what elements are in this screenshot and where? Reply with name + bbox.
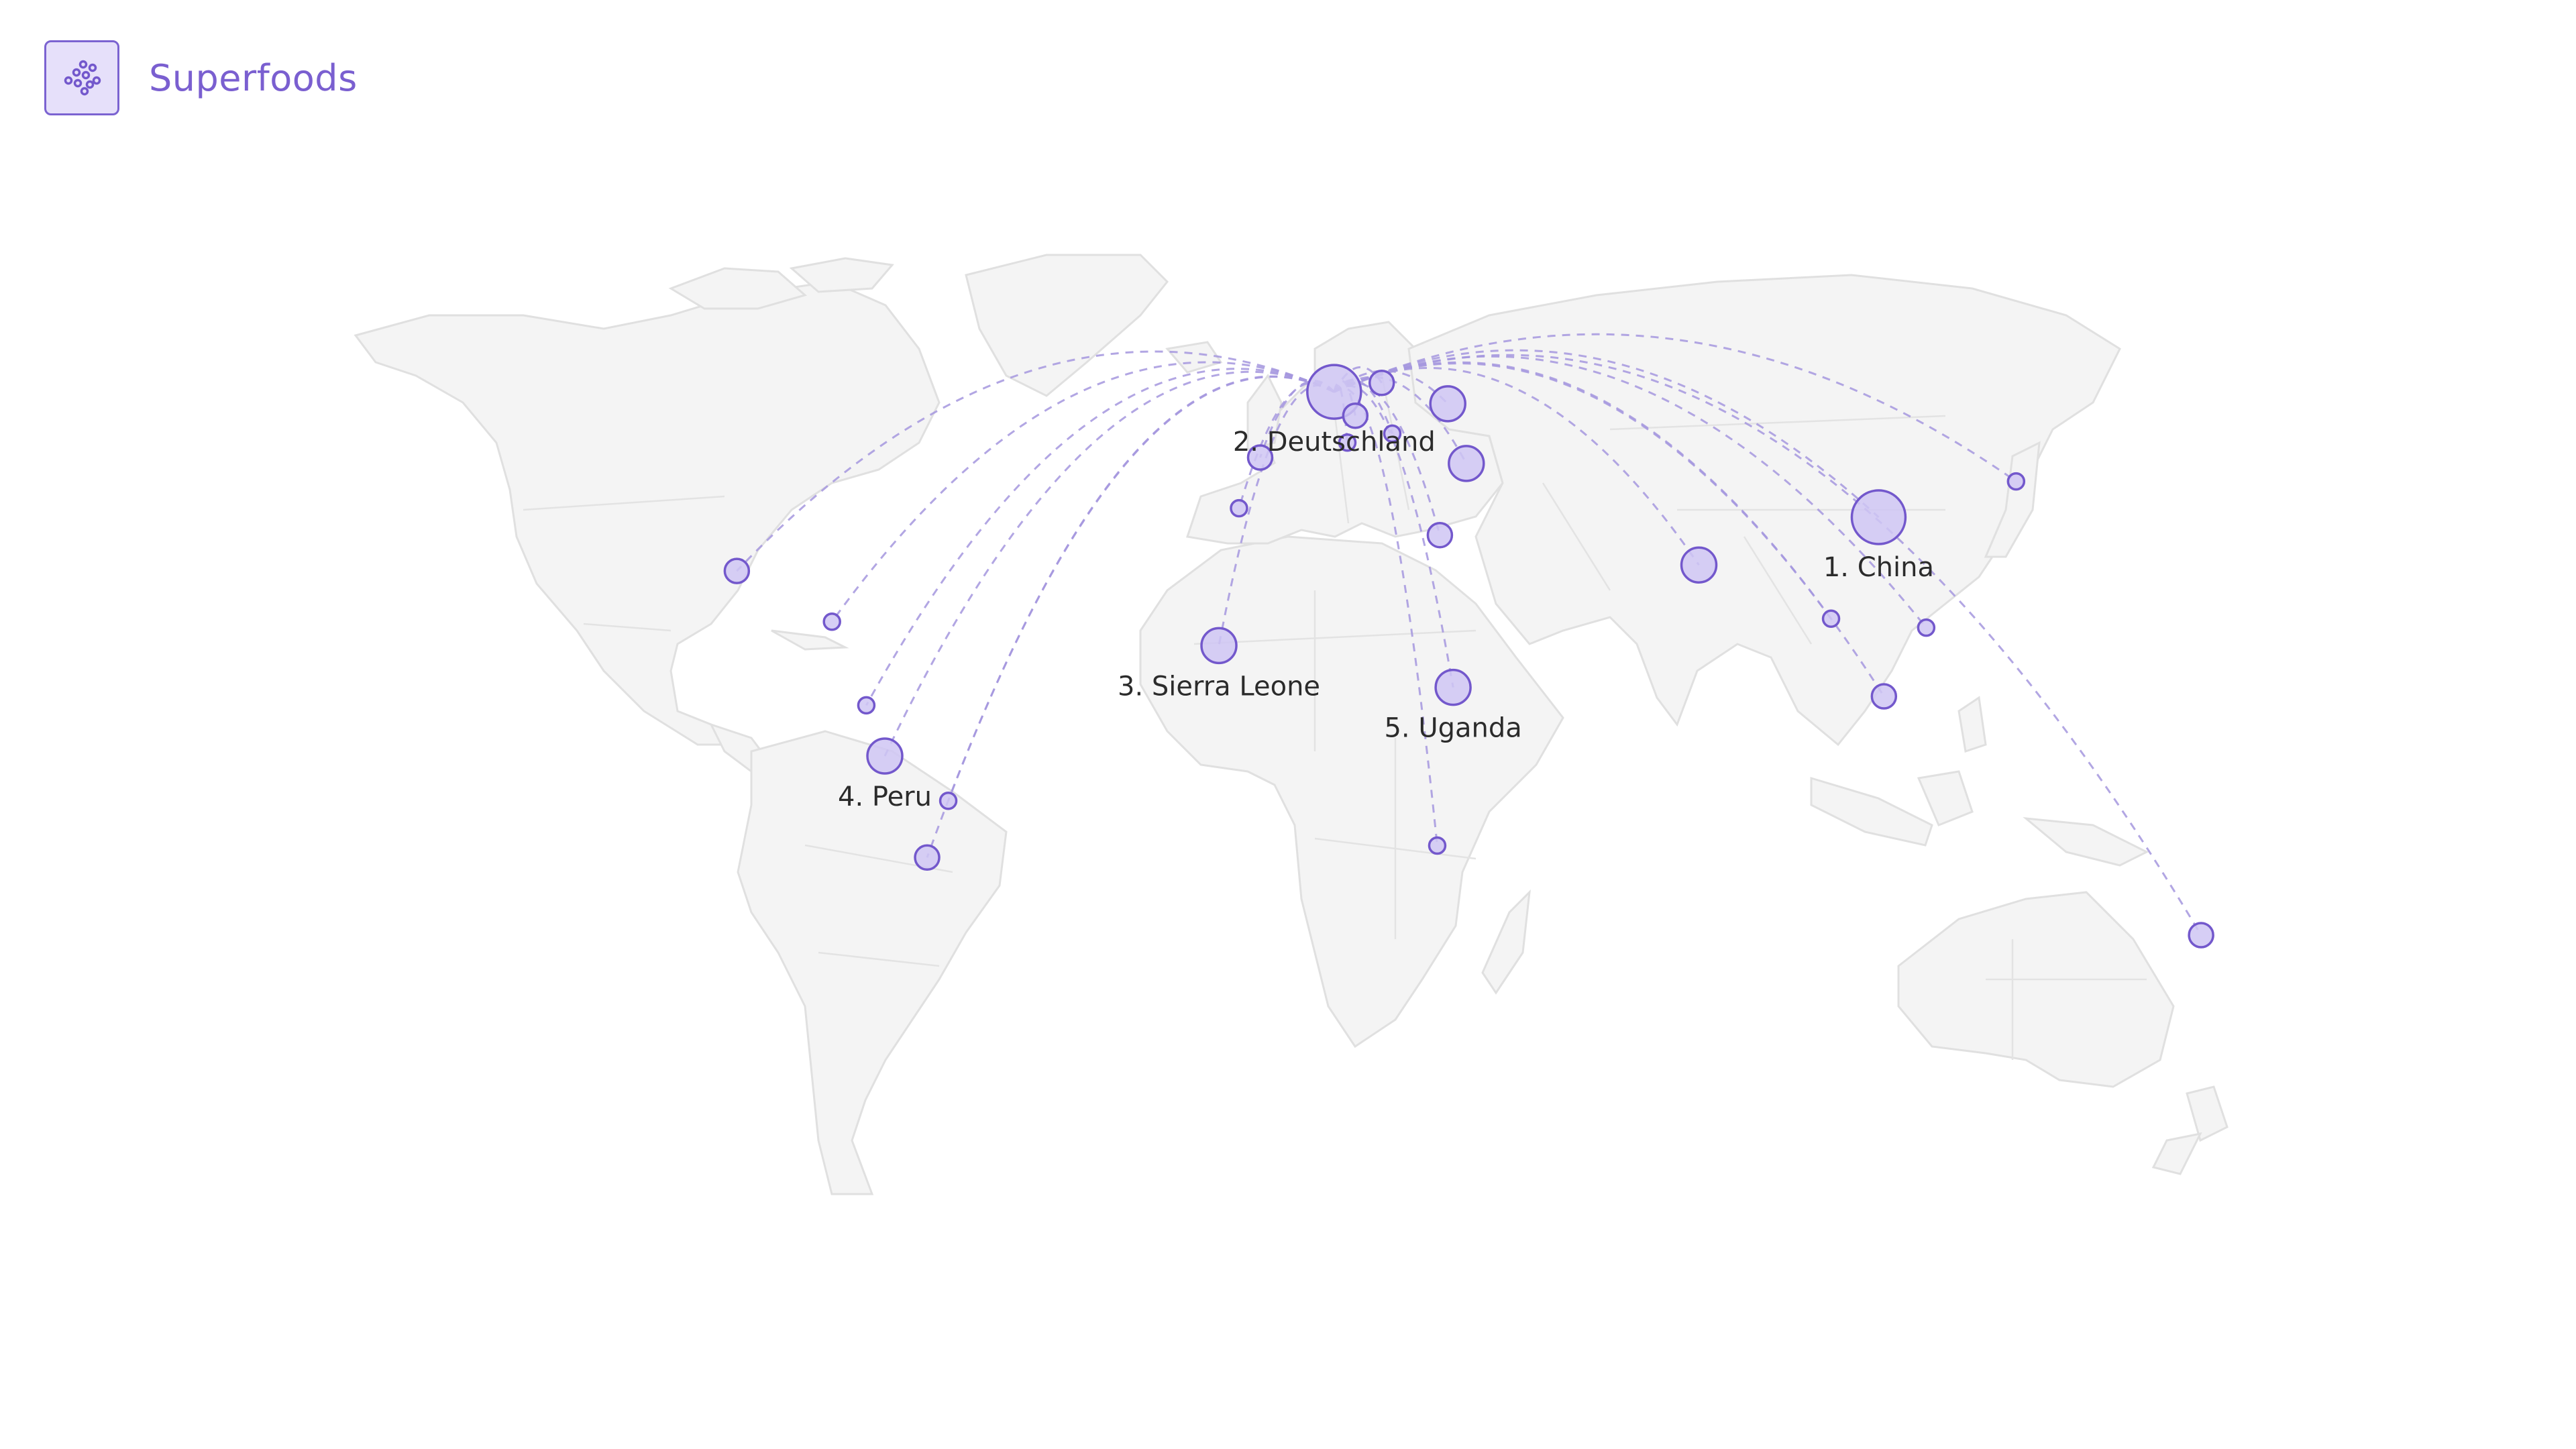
world-map: 1. China 2. Deutschland 3. Sierra Leone 4. … [354, 254, 2229, 1195]
location-label: 5. Uganda [1384, 713, 1521, 744]
location-marker[interactable] [866, 737, 904, 775]
location-label: 2. Deutschland [1233, 427, 1436, 458]
location-marker[interactable] [1870, 683, 1898, 710]
location-marker[interactable] [914, 844, 941, 871]
location-label: 4. Peru [838, 782, 932, 812]
location-marker[interactable] [1428, 836, 1447, 855]
location-marker[interactable] [2006, 472, 2026, 491]
location-marker[interactable] [1434, 668, 1472, 706]
location-marker[interactable] [2188, 922, 2214, 949]
location-marker[interactable] [822, 612, 841, 631]
location-label: 3. Sierra Leone [1118, 671, 1320, 702]
location-marker[interactable] [938, 792, 958, 810]
location-marker[interactable] [1342, 402, 1369, 429]
location-label: 1. China [1823, 552, 1934, 583]
location-marker[interactable] [1200, 627, 1238, 665]
location-marker[interactable] [1429, 385, 1466, 423]
location-marker[interactable] [1230, 498, 1248, 518]
location-marker[interactable] [1426, 521, 1454, 549]
location-marker[interactable] [723, 557, 751, 584]
location-marker[interactable] [857, 696, 876, 715]
location-marker[interactable] [1821, 609, 1841, 629]
location-marker[interactable] [1368, 370, 1395, 396]
location-marker[interactable] [1680, 546, 1718, 584]
location-marker[interactable] [1448, 445, 1485, 482]
location-marker[interactable] [1850, 489, 1907, 545]
location-marker[interactable] [1917, 618, 1936, 637]
